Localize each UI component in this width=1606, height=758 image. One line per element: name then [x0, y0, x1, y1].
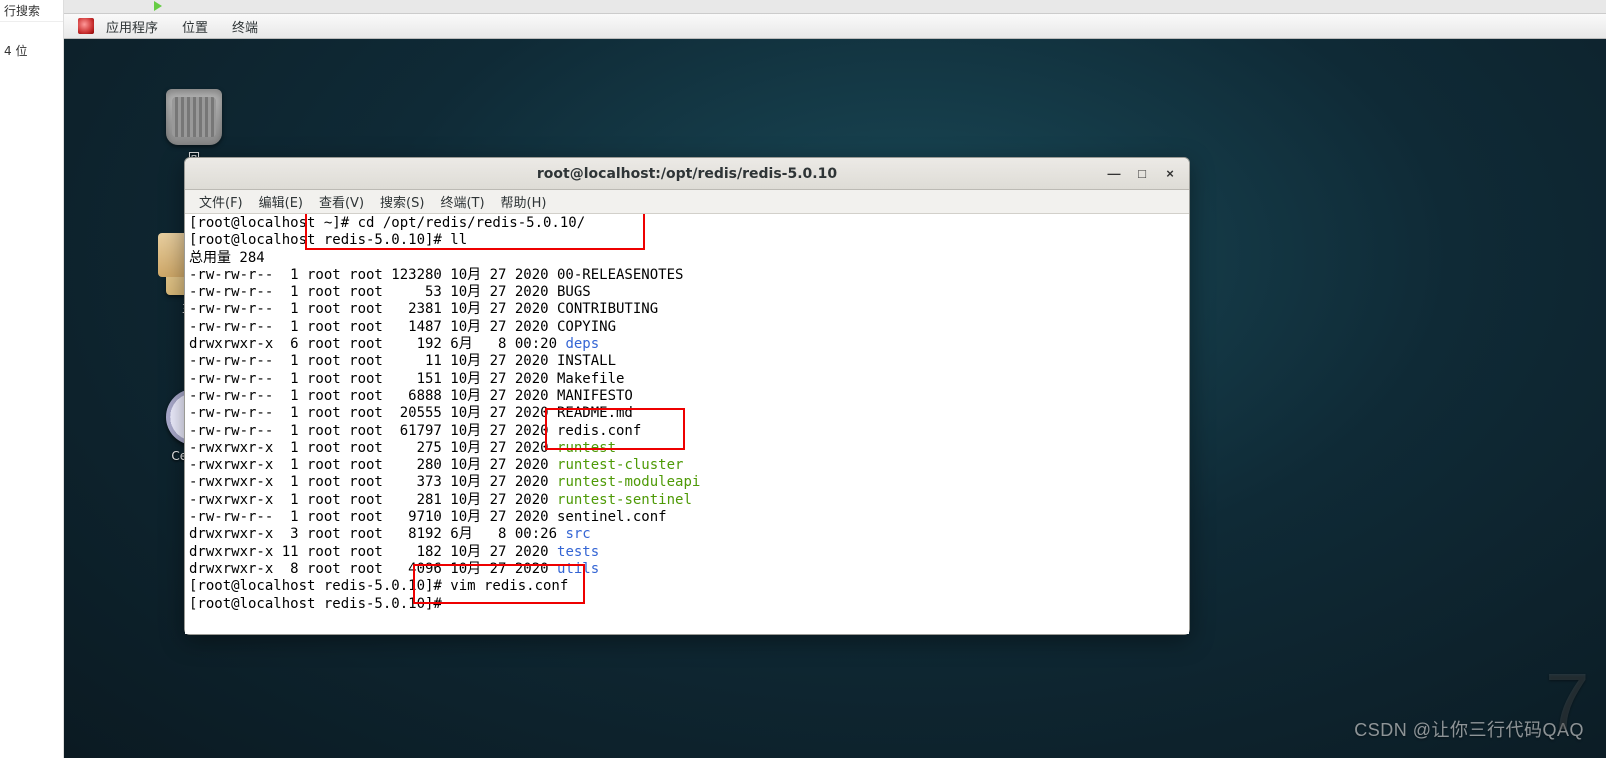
gnome-top-panel: 应用程序 位置 终端 [64, 14, 1606, 39]
menu-search[interactable]: 搜索(S) [372, 192, 432, 211]
exec-name: runtest-sentinel [557, 492, 692, 508]
terminal-window: root@localhost:/opt/redis/redis-5.0.10 —… [184, 157, 1190, 635]
dir-name: utils [557, 561, 599, 577]
term-line: -rw-rw-r-- 1 root root 123280 10月 27 202… [189, 267, 683, 283]
term-line: -rw-rw-r-- 1 root root 53 10月 27 2020 BU… [189, 284, 591, 300]
dir-name: src [565, 526, 590, 542]
panel-places[interactable]: 位置 [170, 17, 220, 36]
term-line: -rw-rw-r-- 1 root root 9710 10月 27 2020 … [189, 509, 667, 525]
term-line: -rw-rw-r-- 1 root root 6888 10月 27 2020 … [189, 388, 633, 404]
close-button[interactable]: × [1157, 162, 1183, 184]
window-title: root@localhost:/opt/redis/redis-5.0.10 [537, 166, 837, 182]
watermark-bg: 7 [1545, 656, 1590, 748]
desktop[interactable]: 回 主文 CentOS root@localhost:/opt/redis/re… [64, 39, 1606, 758]
host-toolbar [64, 0, 1606, 14]
terminal-body[interactable]: [root@localhost ~]# cd /opt/redis/redis-… [185, 214, 1189, 634]
terminal-menubar: 文件(F) 编辑(E) 查看(V) 搜索(S) 终端(T) 帮助(H) [185, 190, 1189, 214]
host-unit-label: 4 位 [0, 22, 63, 79]
term-line: [root@localhost redis-5.0.10]# ll [189, 232, 467, 248]
term-line: -rw-rw-r-- 1 root root 11 10月 27 2020 IN… [189, 353, 616, 369]
vm-screen: 应用程序 位置 终端 回 主文 CentOS root@localhost:/o… [64, 14, 1606, 758]
term-line: drwxrwxr-x 6 root root 192 6月 8 00:20 [189, 336, 565, 352]
desktop-trash[interactable]: 回 [154, 89, 234, 166]
term-line: -rwxrwxr-x 1 root root 280 10月 27 2020 [189, 457, 557, 473]
dir-name: deps [565, 336, 599, 352]
term-line: -rw-rw-r-- 1 root root 2381 10月 27 2020 … [189, 301, 658, 317]
dir-name: tests [557, 544, 599, 560]
panel-terminal[interactable]: 终端 [220, 17, 270, 36]
exec-name: runtest-cluster [557, 457, 683, 473]
term-line: [root@localhost redis-5.0.10]# [189, 596, 450, 612]
host-sidebar: 行搜索 4 位 [0, 0, 64, 758]
term-line: 总用量 284 [189, 250, 265, 266]
term-line: -rw-rw-r-- 1 root root 61797 10月 27 2020… [189, 423, 641, 439]
menu-terminal[interactable]: 终端(T) [432, 192, 492, 211]
term-line: -rw-rw-r-- 1 root root 1487 10月 27 2020 … [189, 319, 616, 335]
term-line: [root@localhost redis-5.0.10]# vim redis… [189, 578, 568, 594]
exec-name: runtest-moduleapi [557, 474, 700, 490]
term-line: [root@localhost ~]# cd /opt/redis/redis-… [189, 215, 585, 231]
menu-view[interactable]: 查看(V) [311, 192, 372, 211]
panel-applications[interactable]: 应用程序 [94, 17, 170, 36]
host-search-label[interactable]: 行搜索 [0, 0, 63, 22]
window-titlebar[interactable]: root@localhost:/opt/redis/redis-5.0.10 —… [185, 158, 1189, 190]
menu-help[interactable]: 帮助(H) [493, 192, 555, 211]
menu-edit[interactable]: 编辑(E) [251, 192, 311, 211]
maximize-button[interactable]: □ [1129, 162, 1155, 184]
term-line: drwxrwxr-x 11 root root 182 10月 27 2020 [189, 544, 557, 560]
term-line: -rwxrwxr-x 1 root root 281 10月 27 2020 [189, 492, 557, 508]
watermark: 7 CSDN @让你三行代码QAQ [1354, 716, 1584, 742]
term-line: -rwxrwxr-x 1 root root 275 10月 27 2020 [189, 440, 557, 456]
menu-file[interactable]: 文件(F) [191, 192, 251, 211]
term-line: drwxrwxr-x 3 root root 8192 6月 8 00:26 [189, 526, 565, 542]
term-line: -rw-rw-r-- 1 root root 20555 10月 27 2020… [189, 405, 633, 421]
term-line: -rw-rw-r-- 1 root root 151 10月 27 2020 M… [189, 371, 624, 387]
term-line: -rwxrwxr-x 1 root root 373 10月 27 2020 [189, 474, 557, 490]
exec-name: runtest [557, 440, 616, 456]
minimize-button[interactable]: — [1101, 162, 1127, 184]
activities-icon[interactable] [78, 18, 94, 34]
term-line: drwxrwxr-x 8 root root 4096 10月 27 2020 [189, 561, 557, 577]
trash-icon [166, 89, 222, 145]
play-icon[interactable] [154, 1, 162, 11]
